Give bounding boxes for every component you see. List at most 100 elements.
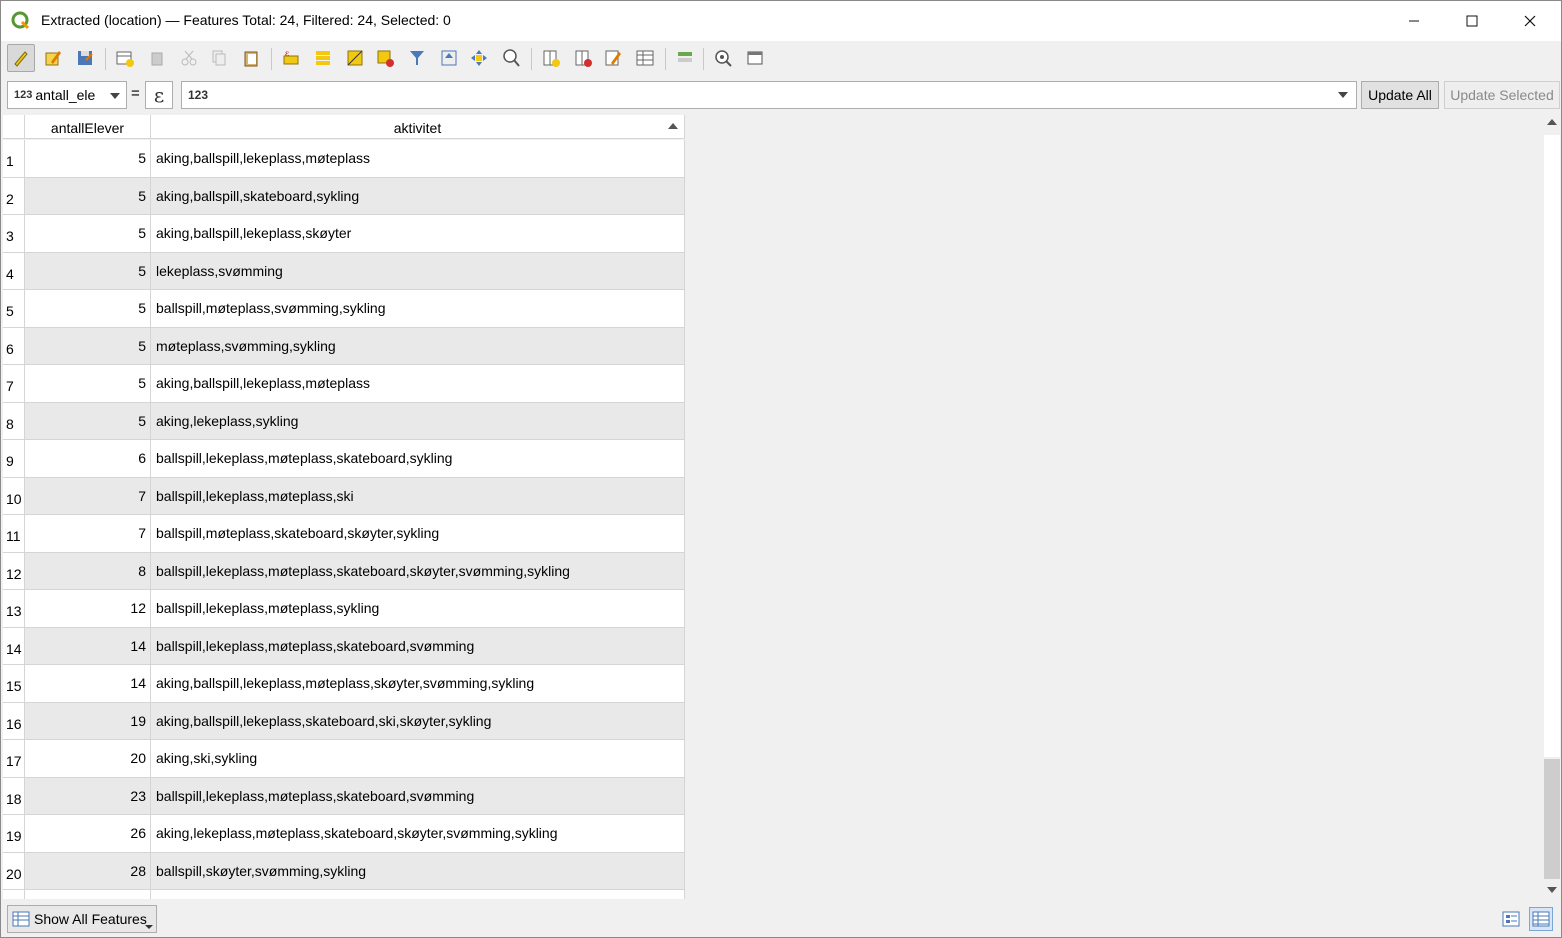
delete-feature-button[interactable] bbox=[143, 44, 171, 72]
paste-button[interactable] bbox=[237, 44, 265, 72]
table-row[interactable]: 2 5 aking,ballspill,skateboard,sykling bbox=[3, 177, 685, 215]
cell-antallElever[interactable]: 5 bbox=[25, 402, 151, 440]
row-number[interactable]: 13 bbox=[3, 590, 25, 628]
deselect-all-button[interactable] bbox=[371, 44, 399, 72]
row-number[interactable]: 19 bbox=[3, 815, 25, 853]
row-number[interactable]: 12 bbox=[3, 552, 25, 590]
cell-antallElever[interactable]: 12 bbox=[25, 590, 151, 628]
table-row[interactable]: 20 28 ballspill,skøyter,svømming,sykling bbox=[3, 852, 685, 890]
row-number[interactable]: 7 bbox=[3, 365, 25, 403]
table-row[interactable]: 11 7 ballspill,møteplass,skateboard,skøyte… bbox=[3, 515, 685, 553]
form-view-button[interactable] bbox=[1499, 907, 1523, 931]
cell-aktivitet[interactable]: ballspill,lekeplass,møteplass,skateboard… bbox=[151, 552, 685, 590]
scroll-down-icon[interactable] bbox=[1547, 887, 1557, 893]
scrollbar-track[interactable] bbox=[1544, 135, 1560, 757]
cell-aktivitet[interactable]: ballspill,lekeplass,møteplass,skateboard… bbox=[151, 777, 685, 815]
cell-aktivitet[interactable]: aking,ballspill,skateboard,sykling bbox=[151, 177, 685, 215]
cell-antallElever[interactable]: 14 bbox=[25, 627, 151, 665]
cut-button[interactable] bbox=[175, 44, 203, 72]
row-number[interactable]: 3 bbox=[3, 215, 25, 253]
row-number[interactable]: 16 bbox=[3, 702, 25, 740]
pan-to-selection-button[interactable] bbox=[465, 44, 493, 72]
table-row[interactable]: 12 8 ballspill,lekeplass,møteplass,skatebo… bbox=[3, 552, 685, 590]
conditional-formatting-button[interactable] bbox=[671, 44, 699, 72]
row-number[interactable]: 10 bbox=[3, 477, 25, 515]
cell-aktivitet[interactable]: ballspill,møteplass,skateboard,skøyter,s… bbox=[151, 515, 685, 553]
close-button[interactable] bbox=[1501, 1, 1559, 41]
cell-aktivitet[interactable]: ballspill,lekeplass,møteplass,ski bbox=[151, 477, 685, 515]
column-header-aktivitet[interactable]: aktivitet bbox=[151, 115, 685, 139]
corner-header[interactable] bbox=[3, 115, 25, 139]
table-row[interactable]: 4 5 lekeplass,svømming bbox=[3, 252, 685, 290]
row-number[interactable]: 14 bbox=[3, 627, 25, 665]
scrollbar-thumb[interactable] bbox=[1544, 759, 1560, 879]
cell-antallElever[interactable]: 6 bbox=[25, 440, 151, 478]
column-header-antallElever[interactable]: antallElever bbox=[25, 115, 151, 139]
cell-antallElever[interactable]: 28 bbox=[25, 852, 151, 890]
cell-aktivitet[interactable]: ballspill,lekeplass,møteplass,skateboard… bbox=[151, 627, 685, 665]
table-row[interactable]: 19 26 aking,lekeplass,møteplass,skateboard… bbox=[3, 815, 685, 853]
field-select[interactable]: 123 antall_ele bbox=[7, 81, 127, 109]
cell-aktivitet[interactable]: aking,lekeplass,møteplass,skateboard,skø… bbox=[151, 815, 685, 853]
table-row[interactable]: 18 23 ballspill,lekeplass,møteplass,skateb… bbox=[3, 777, 685, 815]
cell-aktivitet[interactable]: aking,ballspill,lekeplass,skøyter bbox=[151, 215, 685, 253]
new-field-button[interactable] bbox=[537, 44, 565, 72]
cell-aktivitet[interactable]: aking,lekeplass,sykling bbox=[151, 402, 685, 440]
table-row[interactable]: 9 6 ballspill,lekeplass,møteplass,skateboa… bbox=[3, 440, 685, 478]
cell-aktivitet[interactable]: aking,ballspill,lekeplass,skateboard,ski… bbox=[151, 702, 685, 740]
update-selected-button[interactable]: Update Selected bbox=[1444, 81, 1560, 109]
row-number[interactable]: 8 bbox=[3, 402, 25, 440]
minimize-button[interactable] bbox=[1385, 1, 1443, 41]
vertical-scrollbar[interactable] bbox=[1543, 115, 1561, 899]
move-selection-top-button[interactable] bbox=[435, 44, 463, 72]
cell-aktivitet[interactable]: ballspill,lekeplass,møteplass,skateboard… bbox=[151, 440, 685, 478]
table-row[interactable]: 3 5 aking,ballspill,lekeplass,skøyter bbox=[3, 215, 685, 253]
cell-aktivitet[interactable]: ballspill,møteplass,svømming,sykling bbox=[151, 290, 685, 328]
cell-antallElever[interactable]: 23 bbox=[25, 777, 151, 815]
copy-button[interactable] bbox=[205, 44, 233, 72]
save-edits-button[interactable] bbox=[71, 44, 99, 72]
expression-input[interactable]: 123 bbox=[181, 81, 1357, 109]
table-view-button[interactable] bbox=[1529, 907, 1553, 931]
chevron-down-icon[interactable] bbox=[1338, 92, 1348, 98]
cell-antallElever[interactable]: 19 bbox=[25, 702, 151, 740]
select-all-button[interactable] bbox=[309, 44, 337, 72]
table-row[interactable]: 1 5 aking,ballspill,lekeplass,møteplass bbox=[3, 140, 685, 178]
cell-antallElever[interactable]: 5 bbox=[25, 365, 151, 403]
row-number[interactable]: 15 bbox=[3, 665, 25, 703]
table-row[interactable]: 6 5 møteplass,svømming,sykling bbox=[3, 327, 685, 365]
row-number[interactable]: 6 bbox=[3, 327, 25, 365]
cell-antallElever[interactable]: 5 bbox=[25, 215, 151, 253]
row-number[interactable]: 18 bbox=[3, 777, 25, 815]
scroll-up-icon[interactable] bbox=[1547, 119, 1557, 125]
cell-aktivitet[interactable]: ballspill,skøyter,svømming,sykling bbox=[151, 852, 685, 890]
cell-aktivitet[interactable]: lekeplass,svømming bbox=[151, 252, 685, 290]
cell-antallElever[interactable]: 5 bbox=[25, 140, 151, 178]
invert-selection-button[interactable] bbox=[341, 44, 369, 72]
dock-window-button[interactable] bbox=[741, 44, 769, 72]
cell-antallElever[interactable]: 26 bbox=[25, 815, 151, 853]
cell-antallElever[interactable]: 5 bbox=[25, 290, 151, 328]
row-number[interactable]: 2 bbox=[3, 177, 25, 215]
zoom-to-selection-button[interactable] bbox=[497, 44, 525, 72]
cell-aktivitet[interactable]: møteplass,svømming,sykling bbox=[151, 327, 685, 365]
cell-antallElever[interactable]: 5 bbox=[25, 177, 151, 215]
cell-aktivitet[interactable]: ballspill,lekeplass,møteplass,sykling bbox=[151, 590, 685, 628]
cell-antallElever[interactable]: 5 bbox=[25, 327, 151, 365]
row-number[interactable]: 11 bbox=[3, 515, 25, 553]
expression-builder-button[interactable]: ε bbox=[145, 81, 173, 109]
row-number[interactable]: 5 bbox=[3, 290, 25, 328]
table-row[interactable]: 16 19 aking,ballspill,lekeplass,skateboard… bbox=[3, 702, 685, 740]
cell-aktivitet[interactable]: aking,ski,sykling bbox=[151, 740, 685, 778]
actions-button[interactable] bbox=[709, 44, 737, 72]
field-calculator-button[interactable] bbox=[631, 44, 659, 72]
reload-button[interactable] bbox=[111, 44, 139, 72]
row-number[interactable]: 9 bbox=[3, 440, 25, 478]
table-row[interactable]: 14 14 ballspill,lekeplass,møteplass,skateb… bbox=[3, 627, 685, 665]
update-all-button[interactable]: Update All bbox=[1361, 81, 1439, 109]
cell-antallElever[interactable]: 14 bbox=[25, 665, 151, 703]
cell-antallElever[interactable]: 7 bbox=[25, 477, 151, 515]
cell-aktivitet[interactable]: aking,ballspill,lekeplass,møteplass bbox=[151, 140, 685, 178]
select-by-expression-button[interactable]: ε bbox=[277, 44, 305, 72]
table-row[interactable]: 15 14 aking,ballspill,lekeplass,møteplass,… bbox=[3, 665, 685, 703]
